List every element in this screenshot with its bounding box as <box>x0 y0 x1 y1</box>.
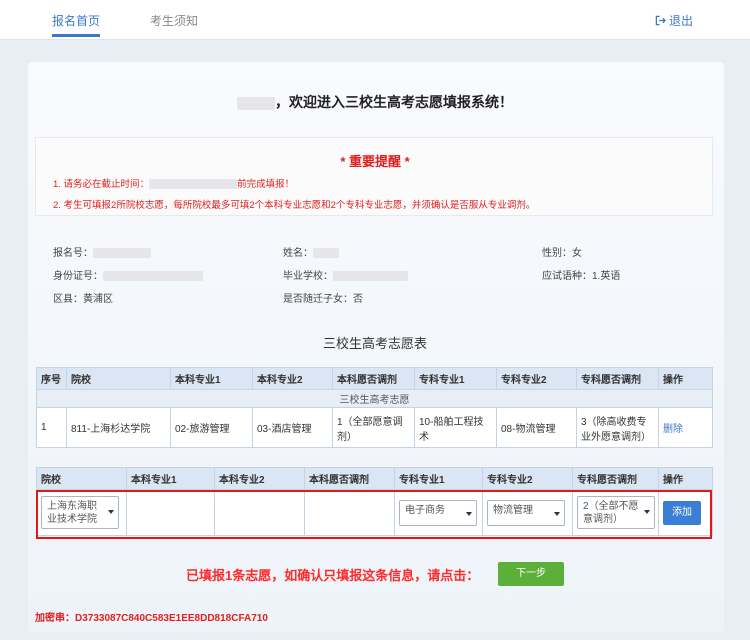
gender-field: 性别：女 <box>542 248 582 259</box>
col-header: 本科专业1 <box>126 467 215 490</box>
col-header: 本科愿否调剂 <box>304 467 395 490</box>
col-header: 序号 <box>36 367 67 390</box>
col-header: 本科专业1 <box>170 367 253 390</box>
migrant-field: 是否随迁子女：否 <box>283 294 363 305</box>
cell-ben1: 02-旅游管理 <box>170 407 253 448</box>
redacted-name-value <box>313 248 339 259</box>
col-header: 专科专业1 <box>394 467 483 490</box>
migrant-value: 否 <box>353 294 363 305</box>
preference-table: 序号 院校 本科专业1 本科专业2 本科愿否调剂 专科专业1 专科专业2 专科愿… <box>36 367 713 448</box>
delete-link[interactable]: 删除 <box>663 424 683 435</box>
cell-no: 1 <box>36 407 67 448</box>
name-field: 姓名： <box>283 244 339 259</box>
col-header: 操作 <box>658 467 713 490</box>
cell-zhuan-adjust: 3（除高收费专业外愿意调剂） <box>576 407 659 448</box>
col-header: 院校 <box>66 367 171 390</box>
confirm-message: 已填报1条志愿，如确认只填报这条信息，请点击： <box>186 568 480 583</box>
cell-zhuan2: 08-物流管理 <box>496 407 577 448</box>
section-label: 三校生高考志愿 <box>36 389 713 408</box>
welcome-text: ，欢迎进入三校生高考志愿填报系统！ <box>275 94 513 110</box>
important-reminder: * 重要提醒 * 1. 请务必在截止时间： 前完成填报！ 2. 考生可填报2所院校… <box>35 137 713 216</box>
col-header: 专科专业1 <box>414 367 497 390</box>
reminder-line-1: 1. 请务必在截止时间： 前完成填报！ <box>53 179 295 190</box>
table-row: 1 811-上海杉达学院 02-旅游管理 03-酒店管理 1（全部愿意调剂） 1… <box>36 407 713 448</box>
redacted-deadline <box>149 179 238 190</box>
next-step-button[interactable]: 下一步 <box>498 562 564 586</box>
redacted-school <box>333 271 408 282</box>
col-header: 专科专业2 <box>482 467 573 490</box>
district-field: 区县：黄浦区 <box>53 294 113 305</box>
redacted-name <box>237 96 275 110</box>
cell-ben-adjust: 1（全部愿意调剂） <box>332 407 415 448</box>
welcome-message: ，欢迎进入三校生高考志愿填报系统！ <box>0 92 750 112</box>
col-header: 本科专业2 <box>214 467 305 490</box>
entry-highlight-box <box>36 490 712 539</box>
tab-notice[interactable]: 考生须知 <box>150 12 198 29</box>
cell-school: 811-上海杉达学院 <box>66 407 171 448</box>
redacted-id <box>103 271 203 282</box>
gender-value: 女 <box>572 248 582 259</box>
language-field: 应试语种：1.英语 <box>542 271 621 282</box>
district-value: 黄浦区 <box>83 294 113 305</box>
id-field: 身份证号： <box>53 267 203 282</box>
encrypted-code: 加密串：D3733087C840C583E1EE8DD818CFA710 <box>35 613 268 624</box>
col-header: 专科专业2 <box>496 367 577 390</box>
cell-zhuan1: 10-船舶工程技术 <box>414 407 497 448</box>
col-header: 专科愿否调剂 <box>572 467 659 490</box>
reg-no-field: 报名号： <box>53 244 151 259</box>
reminder-title: * 重要提醒 * <box>340 154 410 169</box>
language-value: 1.英语 <box>592 271 621 282</box>
school-field: 毕业学校： <box>283 267 408 282</box>
col-header: 操作 <box>658 367 713 390</box>
logout-icon <box>655 15 666 26</box>
logout-link[interactable]: 退出 <box>655 12 693 29</box>
form-header-row: 院校 本科专业1 本科专业2 本科愿否调剂 专科专业1 专科专业2 专科愿否调剂… <box>36 467 713 490</box>
active-tab-indicator <box>52 34 100 37</box>
col-header: 本科专业2 <box>252 367 333 390</box>
col-header: 院校 <box>36 467 127 490</box>
reminder-line-2: 2. 考生可填报2所院校志愿，每所院校最多可填2个本科专业志愿和2个专科专业志愿… <box>53 200 536 211</box>
section-row: 三校生高考志愿 <box>36 389 713 408</box>
col-header: 本科愿否调剂 <box>332 367 415 390</box>
table-header-row: 序号 院校 本科专业1 本科专业2 本科愿否调剂 专科专业1 专科专业2 专科愿… <box>36 367 713 390</box>
logout-label: 退出 <box>669 14 694 28</box>
table-title: 三校生高考志愿表 <box>322 336 427 351</box>
top-navigation: 报名首页 考生须知 退出 <box>0 0 750 40</box>
tab-home[interactable]: 报名首页 <box>52 12 100 29</box>
col-header: 专科愿否调剂 <box>576 367 659 390</box>
redacted-reg-no <box>93 248 151 259</box>
cell-ben2: 03-酒店管理 <box>252 407 333 448</box>
